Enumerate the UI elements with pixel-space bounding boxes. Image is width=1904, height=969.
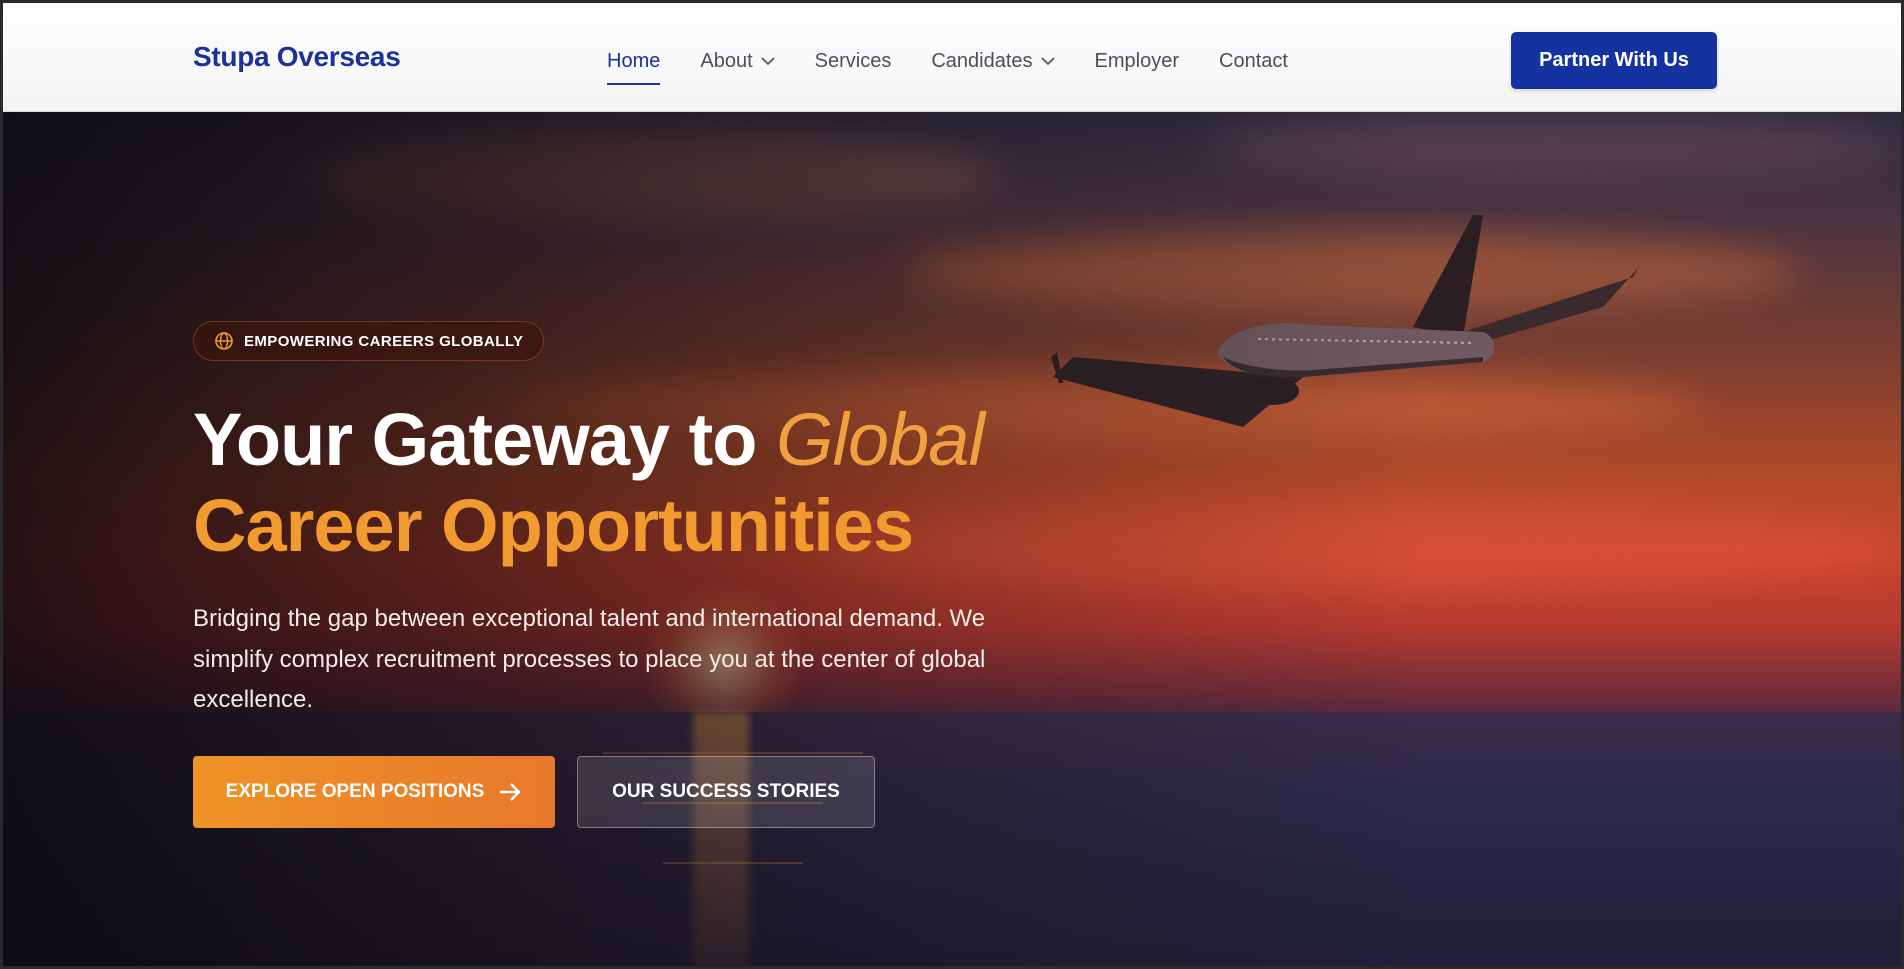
hero-badge-text: EMPOWERING CAREERS GLOBALLY: [244, 332, 524, 350]
nav-home-label: Home: [607, 49, 661, 72]
arrow-right-icon: [500, 783, 522, 801]
explore-open-positions-button[interactable]: EXPLORE OPEN POSITIONS: [193, 756, 555, 828]
site-logo[interactable]: Stupa Overseas: [193, 41, 401, 73]
nav-services-label: Services: [814, 49, 892, 72]
partner-with-us-button[interactable]: Partner With Us: [1511, 32, 1717, 89]
hero-headline: Your Gateway to Global Career Opportunit…: [193, 397, 1093, 569]
nav-employer-label: Employer: [1094, 49, 1179, 72]
headline-italic: Global: [775, 398, 985, 481]
nav-employer[interactable]: Employer: [1095, 47, 1179, 75]
browser-viewport: Stupa Overseas Home About Services Candi…: [0, 0, 1904, 969]
site-header: Stupa Overseas Home About Services Candi…: [3, 3, 1901, 112]
nav-contact-label: Contact: [1219, 49, 1288, 72]
nav-candidates[interactable]: Candidates: [931, 47, 1055, 75]
nav-candidates-label: Candidates: [931, 49, 1033, 72]
chevron-down-icon: [1040, 57, 1055, 66]
nav-services[interactable]: Services: [815, 47, 892, 75]
our-success-stories-button[interactable]: OUR SUCCESS STORIES: [577, 756, 875, 828]
hero-badge: EMPOWERING CAREERS GLOBALLY: [193, 321, 545, 361]
headline-part1: Your Gateway to: [193, 398, 776, 481]
nav-contact[interactable]: Contact: [1219, 47, 1288, 75]
main-nav: Home About Services Candidates Employer: [607, 47, 1328, 85]
hero-subtext: Bridging the gap between exceptional tal…: [193, 605, 986, 713]
chevron-down-icon: [761, 57, 775, 66]
explore-button-label: EXPLORE OPEN POSITIONS: [225, 781, 485, 802]
hero-section: EMPOWERING CAREERS GLOBALLY Your Gateway…: [3, 112, 1901, 966]
success-stories-label: OUR SUCCESS STORIES: [612, 781, 840, 802]
nav-about-label: About: [700, 49, 753, 72]
headline-part2: Career Opportunities: [193, 484, 914, 567]
globe-icon: [215, 332, 233, 350]
nav-home[interactable]: Home: [607, 47, 661, 85]
nav-about[interactable]: About: [700, 47, 775, 75]
